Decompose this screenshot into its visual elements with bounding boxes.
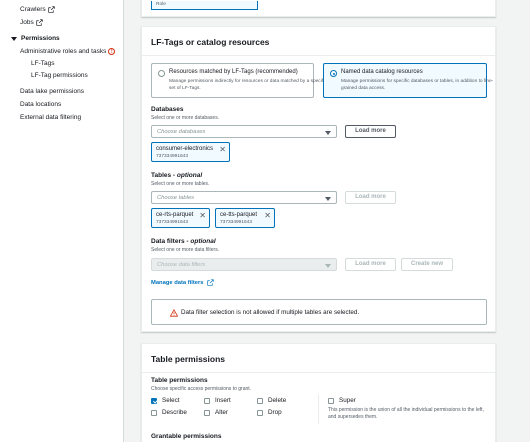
sidebar: Crawlers Jobs Permissions Administrative… <box>0 0 124 442</box>
external-link-icon <box>36 19 43 26</box>
sidebar-item-crawlers[interactable]: Crawlers <box>20 6 55 13</box>
databases-placeholder: Choose databases <box>157 129 206 135</box>
option-named-resources-tile[interactable]: Named data catalog resources Manage perm… <box>323 63 493 98</box>
external-link-icon <box>206 279 214 286</box>
caret-down-icon <box>325 263 331 268</box>
filters-label-text: Data filters <box>151 238 185 245</box>
tables-placeholder: Choose tables <box>157 195 195 201</box>
filters-desc: Select one or more data filters. <box>151 247 220 253</box>
table-token: ce-tts-parquet 737334991643 ✕ <box>215 208 275 228</box>
sidebar-item-label: Jobs <box>20 19 34 26</box>
option-lf-tags-tile[interactable]: Resources matched by LF-Tags (recommende… <box>151 63 327 98</box>
panel-title: Table permissions <box>142 344 495 373</box>
manage-data-filters-link[interactable]: Manage data filters <box>151 279 214 286</box>
sidebar-item-lf-tag-permissions[interactable]: LF-Tag permissions <box>31 72 88 79</box>
role-tile[interactable]: Role <box>151 1 258 10</box>
close-icon[interactable]: ✕ <box>199 212 206 220</box>
sidebar-item-label: Crawlers <box>20 6 46 13</box>
drop-label: Drop <box>268 409 282 416</box>
grantable-permissions-label: Grantable permissions <box>151 433 222 440</box>
delete-checkbox[interactable] <box>257 398 263 404</box>
principals-panel: Role <box>141 0 496 17</box>
sidebar-item-jobs[interactable]: Jobs <box>20 19 43 26</box>
super-label: Super <box>339 397 356 404</box>
describe-label: Describe <box>162 409 187 416</box>
super-desc: This permission is the union of all the … <box>328 407 484 420</box>
token-name: ce-rts-parquet <box>156 212 194 218</box>
insert-checkbox[interactable] <box>204 398 210 404</box>
lf-tags-catalog-panel: LF-Tags or catalog resources Resources m… <box>141 26 496 332</box>
caret-down-icon <box>11 36 17 41</box>
table-permissions-label: Table permissions <box>151 377 208 384</box>
radio-lf-tags[interactable] <box>158 70 165 77</box>
table-permissions-desc: Choose specific access permissions to gr… <box>151 386 252 392</box>
tables-label-text: Tables <box>151 172 172 179</box>
warning-icon: ! <box>108 48 116 55</box>
token-name: consumer-electronics <box>156 146 214 152</box>
table-permissions-panel: Table permissions Table permissions Choo… <box>141 343 496 442</box>
option-title: Resources matched by LF-Tags (recommende… <box>169 69 298 75</box>
databases-desc: Select one or more databases. <box>151 115 220 121</box>
sidebar-item-external-filtering[interactable]: External data filtering <box>20 114 81 121</box>
radio-named-resources[interactable] <box>330 70 337 77</box>
alert-text: Data filter selection is not allowed if … <box>181 309 360 316</box>
alter-checkbox[interactable] <box>204 410 210 416</box>
option-desc: Manage permissions for specific database… <box>341 79 494 91</box>
sidebar-item-label: LF-Tags <box>31 60 55 67</box>
sidebar-item-data-locations[interactable]: Data locations <box>20 101 61 108</box>
filters-placeholder: Choose data filters <box>157 262 206 268</box>
caret-down-icon <box>325 196 331 201</box>
delete-label: Delete <box>268 397 287 404</box>
panel-title: LF-Tags or catalog resources <box>142 27 495 56</box>
databases-label: Databases <box>151 106 184 113</box>
sidebar-item-data-lake-permissions[interactable]: Data lake permissions <box>20 88 84 95</box>
warning-icon <box>170 309 178 317</box>
alter-label: Alter <box>215 409 228 416</box>
role-tile-label: Role <box>156 2 166 7</box>
load-more-filters-button[interactable]: Load more <box>345 258 396 271</box>
databases-select[interactable]: Choose databases <box>151 125 337 138</box>
option-desc: Manage permissions indirectly for resour… <box>169 79 327 91</box>
select-label: Select <box>162 397 180 404</box>
table-token: ce-rts-parquet 737334991643 ✕ <box>151 208 210 228</box>
token-account: 737334991643 <box>156 220 189 225</box>
filters-label: Data filters - optional <box>151 238 216 245</box>
describe-checkbox[interactable] <box>151 410 157 416</box>
filter-warning-alert: Data filter selection is not allowed if … <box>151 299 487 325</box>
filters-select[interactable]: Choose data filters <box>151 258 337 271</box>
select-checkbox[interactable] <box>151 398 157 404</box>
load-more-tables-button[interactable]: Load more <box>345 191 396 204</box>
sidebar-item-label: External data filtering <box>20 114 82 121</box>
database-token: consumer-electronics 737334991643 ✕ <box>151 142 230 162</box>
sidebar-item-admin-roles[interactable]: Administrative roles and tasks ! <box>20 48 116 55</box>
sidebar-item-label: Data locations <box>20 101 62 108</box>
load-more-databases-button[interactable]: Load more <box>345 125 396 138</box>
token-name: ce-tts-parquet <box>220 212 258 218</box>
external-link-icon <box>48 6 55 13</box>
insert-label: Insert <box>215 397 231 404</box>
tables-select[interactable]: Choose tables <box>151 191 337 204</box>
tables-label: Tables - optional <box>151 172 203 179</box>
drop-checkbox[interactable] <box>257 410 263 416</box>
tables-desc: Select one or more tables. <box>151 181 210 187</box>
sidebar-item-label: LF-Tag permissions <box>31 72 88 79</box>
close-icon[interactable]: ✕ <box>264 212 271 220</box>
sidebar-item-label: Administrative roles and tasks <box>20 48 107 55</box>
divider <box>318 394 319 424</box>
optional-text: optional <box>190 238 216 245</box>
token-account: 737334991643 <box>156 154 189 159</box>
sidebar-section-permissions[interactable]: Permissions <box>11 35 60 42</box>
sidebar-item-lf-tags[interactable]: LF-Tags <box>31 60 54 67</box>
super-checkbox[interactable] <box>328 398 334 404</box>
token-account: 737334991643 <box>220 220 253 225</box>
optional-text: optional <box>176 172 203 179</box>
sidebar-item-label: Data lake permissions <box>20 88 84 95</box>
option-title: Named data catalog resources <box>341 69 423 75</box>
sidebar-section-label: Permissions <box>21 35 60 42</box>
close-icon[interactable]: ✕ <box>219 146 226 154</box>
create-new-button[interactable]: Create new <box>401 258 453 271</box>
link-label: Manage data filters <box>151 279 204 286</box>
caret-down-icon <box>325 130 331 135</box>
